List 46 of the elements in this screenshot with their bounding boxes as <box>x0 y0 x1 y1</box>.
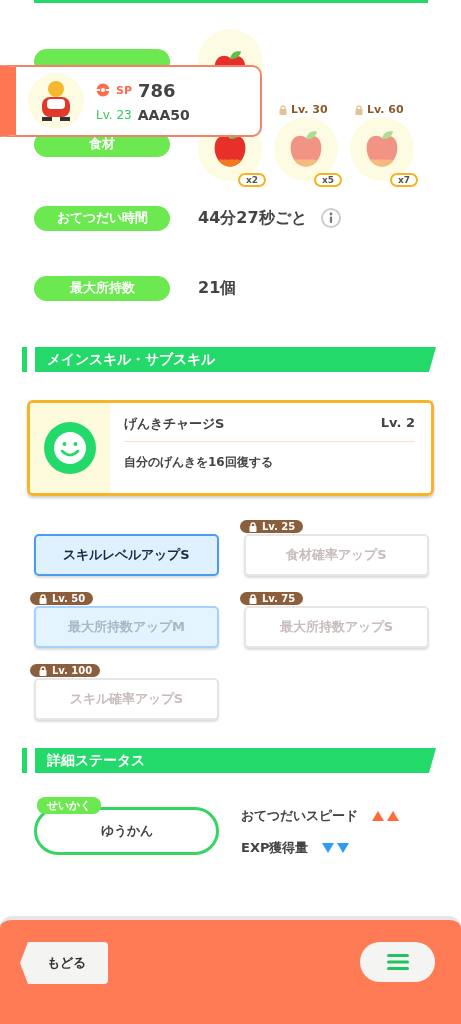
sp-label: SP <box>116 83 132 97</box>
lock-icon <box>38 665 48 676</box>
lock-icon <box>354 104 364 115</box>
sub-skill-button[interactable]: スキル確率アップS <box>34 678 219 720</box>
unlock-badge: Lv. 75 <box>240 592 304 605</box>
unlock-level: Lv. 60 <box>367 103 404 116</box>
stat-value: 21個 <box>198 277 237 299</box>
sp-value: 786 <box>138 79 176 101</box>
level-text: Lv. 23 <box>96 107 132 122</box>
nature-value: ゆうかん <box>100 822 153 840</box>
avatar-icon <box>28 73 84 129</box>
effect-label: EXP獲得量 <box>241 839 309 857</box>
unlock-badge: Lv. 25 <box>240 520 304 533</box>
lock-icon <box>38 593 48 604</box>
count-tag: x5 <box>313 173 342 187</box>
lock-icon <box>248 521 258 532</box>
unlock-badge: Lv. 50 <box>30 592 94 605</box>
stat-value: 44分27秒ごと <box>198 207 307 229</box>
pokemon-name: AAA50 <box>137 106 190 123</box>
info-icon[interactable] <box>320 208 341 228</box>
unlock-badge: Lv. 100 <box>30 664 101 677</box>
lock-icon <box>278 104 288 115</box>
skill-description: 自分のげんきを16回復する <box>124 454 274 471</box>
stat-label: 最大所持数 <box>34 275 170 301</box>
ball-icon <box>96 83 110 97</box>
smile-icon <box>44 422 96 474</box>
stat-label: おてつだい時間 <box>34 205 170 231</box>
count-tag: x7 <box>389 173 418 187</box>
lock-icon <box>248 593 258 604</box>
nature-tag: せいかく <box>37 797 101 814</box>
sub-skill-button[interactable]: 食材確率アップS <box>244 534 429 576</box>
section-header: 詳細ステータス <box>35 748 436 773</box>
skill-level: Lv. 2 <box>380 415 415 432</box>
section-strip <box>22 347 27 372</box>
effect-label: おてつだいスピード <box>241 807 358 825</box>
menu-icon <box>386 954 409 970</box>
sub-skill-button[interactable]: 最大所持数アップM <box>34 606 219 648</box>
back-button[interactable]: もどる <box>20 942 108 984</box>
section-header: メインスキル・サブスキル <box>35 347 436 372</box>
count-tag: x2 <box>237 173 266 187</box>
sub-skill-button[interactable]: 最大所持数アップS <box>244 606 429 648</box>
skill-name: げんきチャージS <box>124 415 225 433</box>
unlock-level: Lv. 30 <box>291 103 328 116</box>
sub-skill-button[interactable]: スキルレベルアップS <box>34 534 219 576</box>
menu-button[interactable] <box>360 942 435 982</box>
section-strip <box>22 748 27 773</box>
